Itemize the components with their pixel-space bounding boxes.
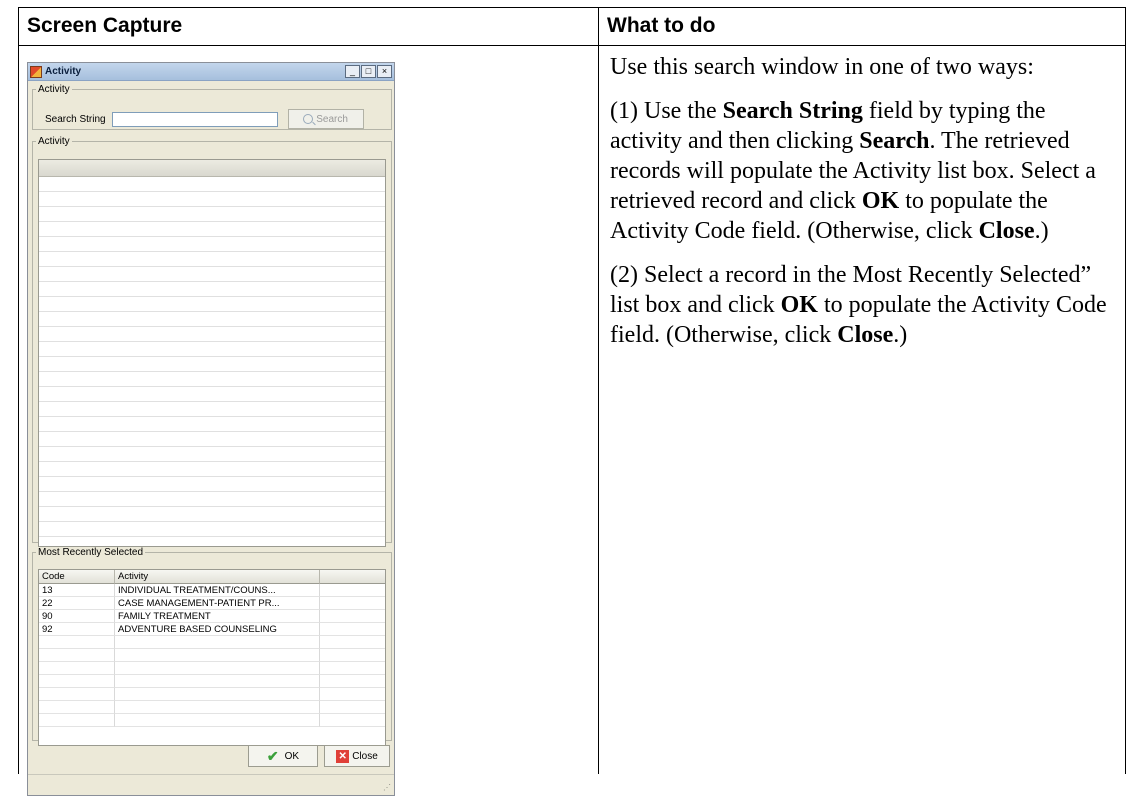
activity-list-header <box>39 160 385 177</box>
close-button[interactable]: ✕ Close <box>324 745 390 767</box>
activity-results-list[interactable] <box>38 159 386 547</box>
column-header-code[interactable]: Code <box>39 570 115 584</box>
search-button-label: Search <box>316 113 348 125</box>
search-string-input[interactable] <box>111 111 278 127</box>
dialog-titlebar[interactable]: Activity _ □ × <box>28 63 394 81</box>
table-row-code[interactable]: 22 <box>39 597 115 610</box>
search-group: Activity Search String Search <box>32 84 392 130</box>
maximize-button[interactable]: □ <box>361 65 376 78</box>
search-group-legend: Activity <box>38 84 70 95</box>
table-row-activity[interactable]: CASE MANAGEMENT-PATIENT PR... <box>115 597 320 610</box>
instructions: Use this search window in one of two way… <box>599 46 1125 350</box>
magnifier-icon <box>303 114 314 124</box>
status-bar: ⋰ <box>28 774 394 795</box>
table-row-code[interactable]: 90 <box>39 610 115 623</box>
recent-list[interactable]: Code Activity 13 INDIVIDUAL TREATMENT/CO… <box>38 569 386 746</box>
column-header-blank <box>320 570 385 584</box>
instruction-intro: Use this search window in one of two way… <box>610 54 1034 80</box>
app-icon <box>30 65 42 78</box>
recent-group: Most Recently Selected Code Activity 13 … <box>32 547 392 746</box>
activity-dialog: Activity _ □ × Activity Search String Se… <box>27 62 395 796</box>
close-button-label: Close <box>352 750 378 762</box>
table-row-code[interactable]: 13 <box>39 584 115 597</box>
column-header-activity[interactable]: Activity <box>115 570 320 584</box>
minimize-button[interactable]: _ <box>345 65 360 78</box>
table-row-activity[interactable]: FAMILY TREATMENT <box>115 610 320 623</box>
close-x-icon: ✕ <box>336 749 350 763</box>
ok-button[interactable]: ✔ OK <box>248 745 318 767</box>
checkmark-icon: ✔ <box>266 747 279 764</box>
activity-results-group: Activity <box>32 136 392 547</box>
table-row-activity[interactable]: INDIVIDUAL TREATMENT/COUNS... <box>115 584 320 597</box>
ok-button-label: OK <box>284 750 300 762</box>
search-string-label: Search String <box>45 113 106 125</box>
close-window-button[interactable]: × <box>377 65 392 78</box>
dialog-title: Activity <box>45 66 82 77</box>
instruction-step-2: (2) Select a record in the Most Recently… <box>610 262 1107 348</box>
search-button[interactable]: Search <box>287 109 364 129</box>
what-to-do-header: What to do <box>598 7 1126 46</box>
table-row-code[interactable]: 92 <box>39 623 115 636</box>
screen-capture-header: Screen Capture <box>18 7 599 46</box>
recent-group-legend: Most Recently Selected <box>38 547 144 558</box>
table-row-activity[interactable]: ADVENTURE BASED COUNSELING <box>115 623 320 636</box>
resize-grip-icon[interactable]: ⋰ <box>383 783 391 792</box>
what-to-do-cell: Use this search window in one of two way… <box>598 45 1126 774</box>
activity-results-legend: Activity <box>38 136 70 147</box>
instruction-step-1: (1) Use the Search String field by typin… <box>610 98 1096 244</box>
